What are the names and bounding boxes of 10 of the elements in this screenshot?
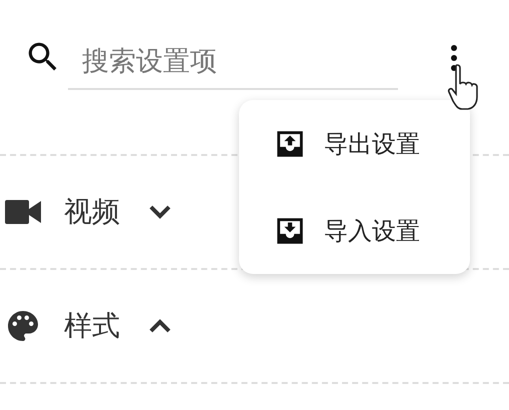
chevron-icon[interactable] <box>148 318 172 334</box>
menu-item[interactable]: 导出设置 <box>239 100 470 187</box>
palette-icon <box>5 308 41 344</box>
chevron-icon[interactable] <box>148 204 172 220</box>
section-title: 样式 <box>64 308 120 344</box>
video-camera-icon <box>5 200 41 224</box>
section-title: 视频 <box>64 194 120 230</box>
search-field[interactable]: 搜索设置项 <box>68 34 398 90</box>
more-menu-icon[interactable] <box>450 44 458 72</box>
menu-item[interactable]: 导入设置 <box>239 187 470 274</box>
